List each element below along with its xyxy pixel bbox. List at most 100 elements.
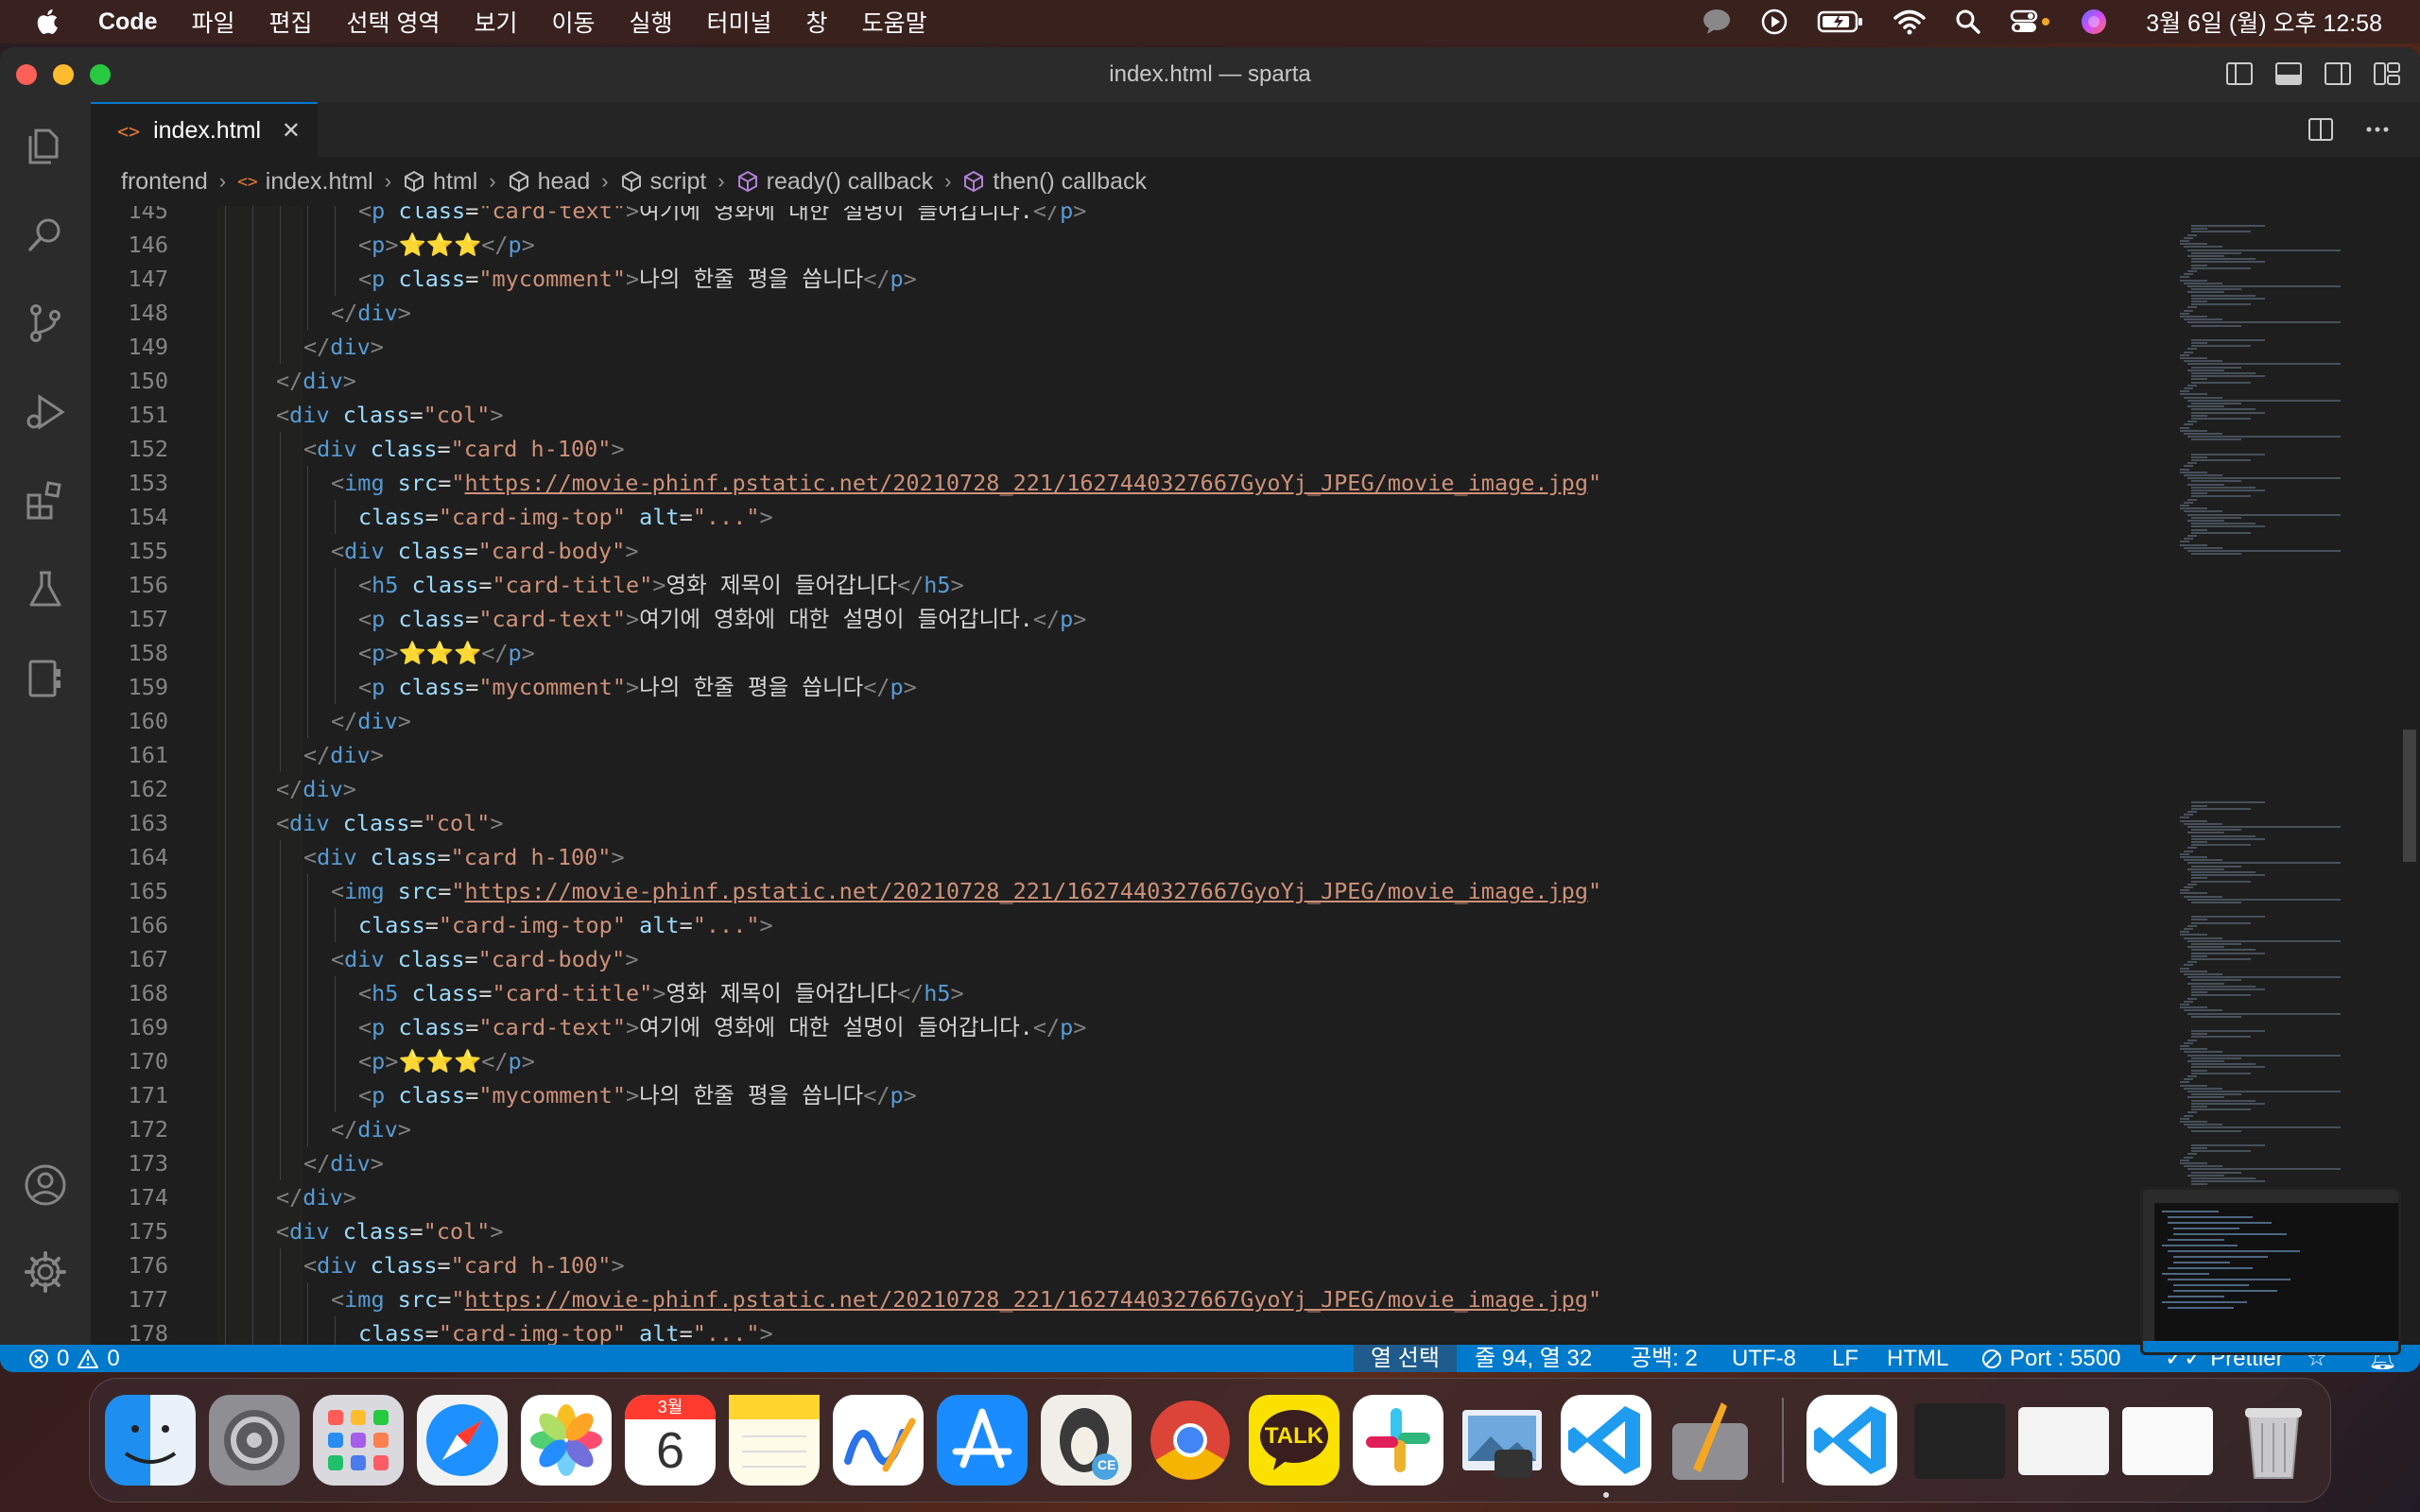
dock-system-settings-icon[interactable] [209, 1395, 300, 1486]
toggle-primary-sidebar-icon[interactable] [2225, 60, 2254, 87]
dock-photos-icon[interactable] [521, 1395, 612, 1486]
breadcrumb-script[interactable]: script [620, 168, 706, 196]
spotlight-search-icon[interactable] [1955, 9, 1981, 35]
menu-terminal[interactable]: 터미널 [707, 5, 772, 39]
search-icon[interactable] [23, 212, 68, 257]
code-line[interactable]: 162 </div> [91, 772, 2167, 806]
code-line[interactable]: 172 </div> [91, 1112, 2167, 1146]
breadcrumb-ready-callback[interactable]: ready() callback [736, 168, 933, 196]
accounts-icon[interactable] [23, 1162, 68, 1208]
code-line[interactable]: 169 <p class="card-text">여기에 영화에 대한 설명이 들… [91, 1010, 2167, 1044]
menu-selection[interactable]: 선택 영역 [347, 5, 441, 39]
code-line[interactable]: 146 <p>⭐⭐⭐</p> [91, 228, 2167, 262]
apple-icon[interactable] [32, 6, 64, 38]
code-line[interactable]: 168 <h5 class="card-title">영화 제목이 들어갑니다</… [91, 976, 2167, 1010]
vertical-scrollbar[interactable] [2399, 206, 2420, 1372]
scrollbar-thumb[interactable] [2403, 730, 2416, 862]
customize-layout-icon[interactable] [2373, 60, 2401, 87]
language-mode[interactable]: HTML [1887, 1345, 1948, 1372]
dock-freeform-icon[interactable] [833, 1395, 924, 1486]
code-line[interactable]: 177 <img src="https://movie-phinf.pstatic… [91, 1282, 2167, 1316]
dock-vscode-icon[interactable] [1561, 1395, 1651, 1486]
menu-view[interactable]: 보기 [474, 5, 517, 39]
code-editor[interactable]: 145 <p class="card-text">여기에 영화에 대한 설명이 들… [91, 206, 2167, 1372]
battery-icon[interactable] [1817, 9, 1864, 34]
window-preview-thumbnail[interactable] [2140, 1187, 2401, 1355]
source-control-icon[interactable] [23, 301, 68, 346]
code-line[interactable]: 156 <h5 class="card-title">영화 제목이 들어갑니다</… [91, 568, 2167, 602]
code-line[interactable]: 159 <p class="mycomment">나의 한줄 평을 씁니다</p> [91, 670, 2167, 704]
code-line[interactable]: 155 <div class="card-body"> [91, 534, 2167, 568]
breadcrumb-html[interactable]: html [403, 168, 477, 196]
menu-edit[interactable]: 편집 [269, 5, 313, 39]
dock-minimized-window-2[interactable] [2018, 1407, 2109, 1475]
dock-instruments-icon[interactable] [1665, 1395, 1755, 1486]
code-url-link[interactable]: https://movie-phinf.pstatic.net/20210728… [465, 470, 1588, 496]
eol-setting[interactable]: LF [1832, 1345, 1858, 1372]
dock-slack-icon[interactable] [1353, 1395, 1443, 1486]
menu-go[interactable]: 이동 [552, 5, 596, 39]
tab-index-html[interactable]: <> index.html ✕ [91, 102, 318, 158]
dock-launchpad-icon[interactable] [313, 1395, 404, 1486]
toggle-secondary-sidebar-icon[interactable] [2324, 60, 2352, 87]
breadcrumb-frontend[interactable]: frontend [121, 168, 208, 196]
dock-vscode-insiders-icon[interactable] [1806, 1395, 1897, 1486]
explorer-icon[interactable] [23, 123, 68, 168]
dock-kakaotalk-icon[interactable]: TALK [1249, 1395, 1340, 1486]
siri-icon[interactable] [2080, 8, 2108, 36]
dock-preview-icon[interactable] [1457, 1395, 1547, 1486]
dock-notes-icon[interactable] [729, 1395, 820, 1486]
encoding-setting[interactable]: UTF-8 [1732, 1345, 1796, 1372]
menu-app-name[interactable]: Code [98, 9, 158, 36]
menu-run[interactable]: 실행 [630, 5, 673, 39]
play-circle-icon[interactable] [1760, 8, 1789, 36]
chat-bubble-icon[interactable] [1702, 8, 1732, 36]
dock-app-store-icon[interactable] [937, 1395, 1028, 1486]
code-line[interactable]: 174 </div> [91, 1180, 2167, 1214]
tab-close-icon[interactable]: ✕ [282, 117, 301, 145]
dock-finder-icon[interactable] [105, 1395, 196, 1486]
menu-window[interactable]: 창 [806, 5, 828, 39]
code-line[interactable]: 154 class="card-img-top" alt="..."> [91, 500, 2167, 534]
code-line[interactable]: 149 </div> [91, 330, 2167, 364]
cursor-position[interactable]: 줄 94, 열 32 [1475, 1345, 1592, 1372]
code-line[interactable]: 161 </div> [91, 738, 2167, 772]
dock-calendar-icon[interactable]: 3월 6 [625, 1395, 716, 1486]
code-line[interactable]: 151 <div class="col"> [91, 398, 2167, 432]
settings-gear-icon[interactable] [23, 1249, 68, 1295]
problems-indicator[interactable]: 0 0 [28, 1345, 120, 1372]
wifi-icon[interactable] [1893, 9, 1927, 35]
code-line[interactable]: 170 <p>⭐⭐⭐</p> [91, 1044, 2167, 1078]
code-line[interactable]: 158 <p>⭐⭐⭐</p> [91, 636, 2167, 670]
code-line[interactable]: 171 <p class="mycomment">나의 한줄 평을 씁니다</p> [91, 1078, 2167, 1112]
code-line[interactable]: 148 </div> [91, 296, 2167, 330]
code-line[interactable]: 147 <p class="mycomment">나의 한줄 평을 씁니다</p> [91, 262, 2167, 296]
control-center-icon[interactable] [2010, 9, 2051, 35]
code-line[interactable]: 157 <p class="card-text">여기에 영화에 대한 설명이 들… [91, 602, 2167, 636]
dock-safari-icon[interactable] [417, 1395, 508, 1486]
code-line[interactable]: 166 class="card-img-top" alt="..."> [91, 908, 2167, 942]
code-url-link[interactable]: https://movie-phinf.pstatic.net/20210728… [465, 878, 1588, 904]
testing-flask-icon[interactable] [23, 567, 68, 612]
code-url-link[interactable]: https://movie-phinf.pstatic.net/20210728… [465, 1286, 1588, 1313]
code-line[interactable]: 152 <div class="card h-100"> [91, 432, 2167, 466]
dock-chrome-icon[interactable] [1145, 1395, 1236, 1486]
code-line[interactable]: 150 </div> [91, 364, 2167, 398]
dock-minimized-window-3[interactable] [2122, 1407, 2213, 1475]
extensions-icon[interactable] [23, 478, 68, 524]
menu-file[interactable]: 파일 [192, 5, 235, 39]
live-server-port[interactable]: Port : 5500 [1981, 1345, 2120, 1372]
breadcrumb-index-html[interactable]: <> index.html [237, 168, 373, 196]
indentation-setting[interactable]: 공백: 2 [1631, 1345, 1698, 1372]
run-debug-icon[interactable] [23, 389, 68, 435]
split-editor-icon[interactable] [2307, 115, 2335, 144]
code-line[interactable]: 160 </div> [91, 704, 2167, 738]
column-selection-mode[interactable]: 열 선택 [1354, 1345, 1457, 1372]
menu-help[interactable]: 도움말 [862, 5, 927, 39]
code-line[interactable]: 167 <div class="card-body"> [91, 942, 2167, 976]
code-line[interactable]: 163 <div class="col"> [91, 806, 2167, 840]
breadcrumb-then-callback[interactable]: then() callback [962, 168, 1147, 196]
code-line[interactable]: 173 </div> [91, 1146, 2167, 1180]
dock-trash-icon[interactable] [2228, 1395, 2319, 1486]
breadcrumb-head[interactable]: head [508, 168, 590, 196]
